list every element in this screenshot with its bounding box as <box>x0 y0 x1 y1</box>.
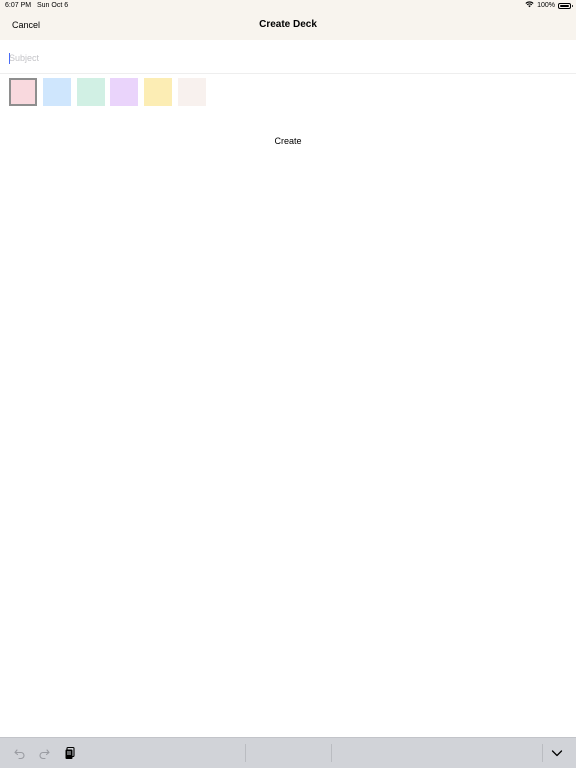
create-button[interactable]: Create <box>0 136 576 146</box>
nav-bar: Cancel Create Deck <box>0 12 576 40</box>
color-swatch-green[interactable] <box>77 78 105 106</box>
page-title: Create Deck <box>259 19 317 30</box>
toolbar-divider <box>542 744 543 762</box>
color-swatch-pink[interactable] <box>9 78 37 106</box>
toolbar-divider <box>245 744 246 762</box>
wifi-icon <box>525 1 534 10</box>
color-swatch-blue[interactable] <box>43 78 71 106</box>
paste-icon[interactable] <box>63 746 77 760</box>
subject-input[interactable] <box>9 52 409 64</box>
color-swatch-cream[interactable] <box>178 78 206 106</box>
status-bar: 6:07 PM Sun Oct 6 100% <box>0 0 576 12</box>
chevron-down-icon[interactable] <box>550 746 564 760</box>
color-swatch-purple[interactable] <box>110 78 138 106</box>
status-date: Sun Oct 6 <box>37 2 69 9</box>
battery-percent: 100% <box>537 2 555 9</box>
subject-row <box>0 40 576 74</box>
keyboard-shortcut-bar <box>0 737 576 768</box>
status-time: 6:07 PM <box>5 2 32 9</box>
text-caret <box>9 53 10 64</box>
battery-icon <box>558 2 573 9</box>
undo-icon[interactable] <box>13 746 27 760</box>
redo-icon[interactable] <box>37 746 51 760</box>
battery-fill <box>560 4 569 7</box>
color-swatch-yellow[interactable] <box>144 78 172 106</box>
status-right-group: 100% <box>525 1 573 10</box>
toolbar-divider <box>331 744 332 762</box>
